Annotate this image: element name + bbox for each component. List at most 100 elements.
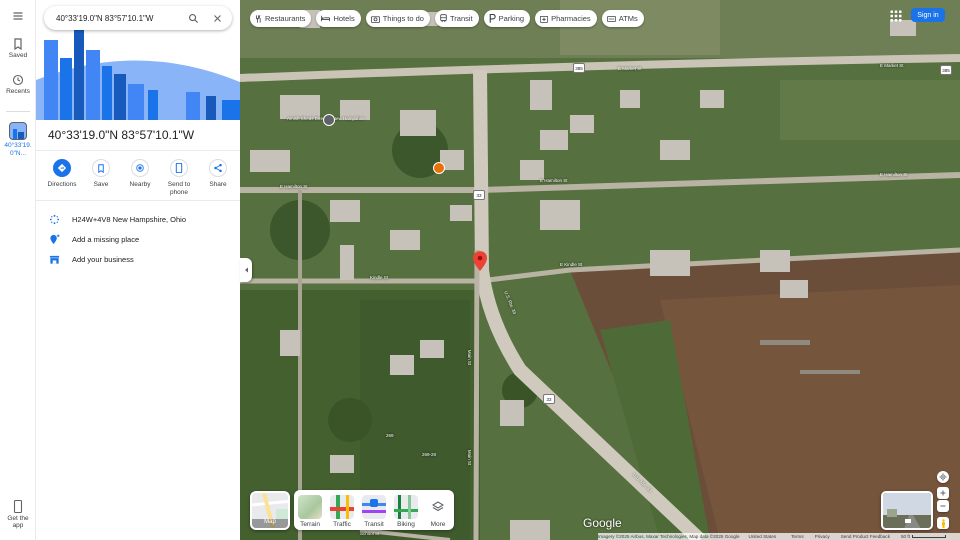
traffic-icon bbox=[330, 495, 354, 519]
layer-more-label: More bbox=[430, 521, 446, 528]
chip-hotels[interactable]: Hotels bbox=[316, 10, 361, 27]
layer-biking-label: Biking bbox=[397, 521, 415, 528]
bookmark-icon bbox=[14, 38, 22, 50]
send-to-phone-button[interactable]: Send to phone bbox=[161, 158, 197, 197]
map-type-toggle[interactable]: Map bbox=[250, 491, 290, 530]
search-input[interactable]: 40°33'19.0"N 83°57'10.1"W bbox=[56, 14, 184, 23]
scale-label[interactable]: 50 ft bbox=[901, 534, 910, 539]
route-shield: 33 bbox=[473, 190, 485, 200]
directions-button[interactable]: Directions bbox=[44, 158, 80, 197]
layer-traffic[interactable]: Traffic bbox=[329, 495, 355, 528]
chip-things-to-do[interactable]: Things to do bbox=[365, 10, 430, 27]
address-label: 269 bbox=[386, 433, 394, 438]
recent-item[interactable]: 40°33'19.0"N... bbox=[0, 122, 36, 158]
pegman-icon bbox=[941, 518, 945, 528]
get-app-label-line2: app bbox=[12, 522, 24, 529]
street-label: School St bbox=[360, 531, 380, 536]
bed-icon bbox=[321, 15, 331, 22]
saved-button[interactable]: Saved bbox=[0, 38, 36, 59]
pharmacy-icon bbox=[540, 15, 549, 23]
rail-divider bbox=[6, 111, 30, 112]
add-business-row[interactable]: Add your business bbox=[36, 249, 240, 269]
street-label: E Hamilton St bbox=[280, 184, 308, 189]
country-link[interactable]: United States bbox=[749, 534, 777, 539]
layer-terrain-label: Terrain bbox=[300, 521, 320, 528]
route-shield: 385 bbox=[940, 65, 952, 75]
chip-pharmacies-label: Pharmacies bbox=[551, 14, 591, 23]
chip-restaurants[interactable]: Restaurants bbox=[250, 10, 312, 27]
collapse-panel-button[interactable] bbox=[240, 258, 252, 282]
chip-pharmacies[interactable]: Pharmacies bbox=[535, 10, 597, 27]
transit-icon bbox=[362, 495, 386, 519]
feedback-link[interactable]: Send Product Feedback bbox=[841, 534, 890, 539]
poi-marker[interactable] bbox=[323, 114, 335, 126]
map-pin-icon bbox=[473, 251, 487, 271]
chip-restaurants-label: Restaurants bbox=[265, 14, 306, 23]
saved-label: Saved bbox=[8, 52, 28, 59]
layer-terrain[interactable]: Terrain bbox=[297, 495, 323, 528]
recents-label: Recents bbox=[6, 88, 30, 95]
magnifier-icon bbox=[188, 13, 198, 23]
google-apps-button[interactable] bbox=[890, 9, 902, 22]
privacy-link[interactable]: Privacy bbox=[815, 534, 830, 539]
sign-in-button[interactable]: Sign in bbox=[911, 8, 945, 22]
save-label: Save bbox=[93, 181, 109, 188]
layer-transit[interactable]: Transit bbox=[361, 495, 387, 528]
satellite-map[interactable]: Amish Sheds Direct of New Hampshire E Ma… bbox=[240, 0, 960, 540]
scale-bar bbox=[911, 535, 946, 538]
nearby-icon bbox=[131, 159, 149, 177]
menu-button[interactable] bbox=[0, 10, 36, 24]
nearby-button[interactable]: Nearby bbox=[122, 158, 158, 197]
chip-parking[interactable]: Parking bbox=[483, 10, 531, 27]
chip-transit[interactable]: Transit bbox=[434, 10, 479, 27]
food-marker[interactable] bbox=[433, 162, 445, 174]
get-app-button[interactable]: Get the app bbox=[0, 500, 36, 529]
street-label: E Kindle St bbox=[560, 262, 583, 267]
hamburger-icon bbox=[13, 12, 23, 20]
add-missing-place-row[interactable]: Add a missing place bbox=[36, 229, 240, 249]
chip-atms[interactable]: ATMs bbox=[601, 10, 644, 27]
chip-hotels-label: Hotels bbox=[333, 14, 355, 23]
location-pin[interactable] bbox=[473, 251, 487, 276]
layer-more[interactable]: More bbox=[425, 495, 451, 528]
street-view-preview[interactable] bbox=[881, 491, 933, 530]
clear-search-button[interactable] bbox=[208, 9, 226, 27]
bookmark-icon bbox=[92, 159, 110, 177]
layers-panel: Terrain Traffic Transit Biking More bbox=[294, 490, 454, 530]
save-button[interactable]: Save bbox=[83, 158, 119, 197]
share-icon bbox=[209, 159, 227, 177]
recents-button[interactable]: Recents bbox=[0, 74, 36, 95]
atm-icon bbox=[606, 15, 616, 22]
street-label: Main St bbox=[467, 349, 473, 366]
street-view-pegman[interactable] bbox=[937, 517, 949, 529]
directions-icon bbox=[53, 159, 71, 177]
layer-traffic-label: Traffic bbox=[333, 521, 351, 528]
side-panel: 40°33'19.0"N 83°57'10.1"W Directions Sav… bbox=[36, 0, 240, 540]
plus-code-icon bbox=[49, 214, 59, 224]
route-shield: 33 bbox=[543, 394, 555, 404]
crosshair-icon bbox=[939, 473, 947, 481]
action-buttons: Directions Save Nearby Send to phone Sha… bbox=[44, 158, 236, 197]
search-box[interactable]: 40°33'19.0"N 83°57'10.1"W bbox=[44, 6, 232, 30]
street-label: E Hamilton St bbox=[880, 172, 908, 177]
fork-knife-icon bbox=[255, 14, 262, 23]
phone-icon bbox=[170, 159, 188, 177]
address-label: 269-28 bbox=[422, 452, 437, 457]
plus-icon bbox=[940, 490, 946, 496]
search-button[interactable] bbox=[184, 9, 202, 27]
terms-link[interactable]: Terms bbox=[791, 534, 804, 539]
my-location-button[interactable] bbox=[937, 471, 949, 483]
chip-things-to-do-label: Things to do bbox=[382, 14, 424, 23]
get-app-label-line1: Get the bbox=[7, 515, 29, 522]
route-shield: 385 bbox=[573, 63, 585, 73]
street-view-thumbnail bbox=[883, 493, 931, 528]
share-button[interactable]: Share bbox=[200, 158, 236, 197]
plus-code-row[interactable]: H24W+4V8 New Hampshire, Ohio bbox=[36, 209, 240, 229]
layer-biking[interactable]: Biking bbox=[393, 495, 419, 528]
zoom-out-button[interactable] bbox=[937, 500, 949, 512]
divider bbox=[36, 150, 240, 151]
imagery-attribution: Imagery ©2025 Airbus, Maxar Technologies… bbox=[598, 534, 740, 539]
zoom-in-button[interactable] bbox=[937, 487, 949, 499]
history-icon bbox=[12, 74, 24, 86]
directions-label: Directions bbox=[47, 181, 77, 188]
